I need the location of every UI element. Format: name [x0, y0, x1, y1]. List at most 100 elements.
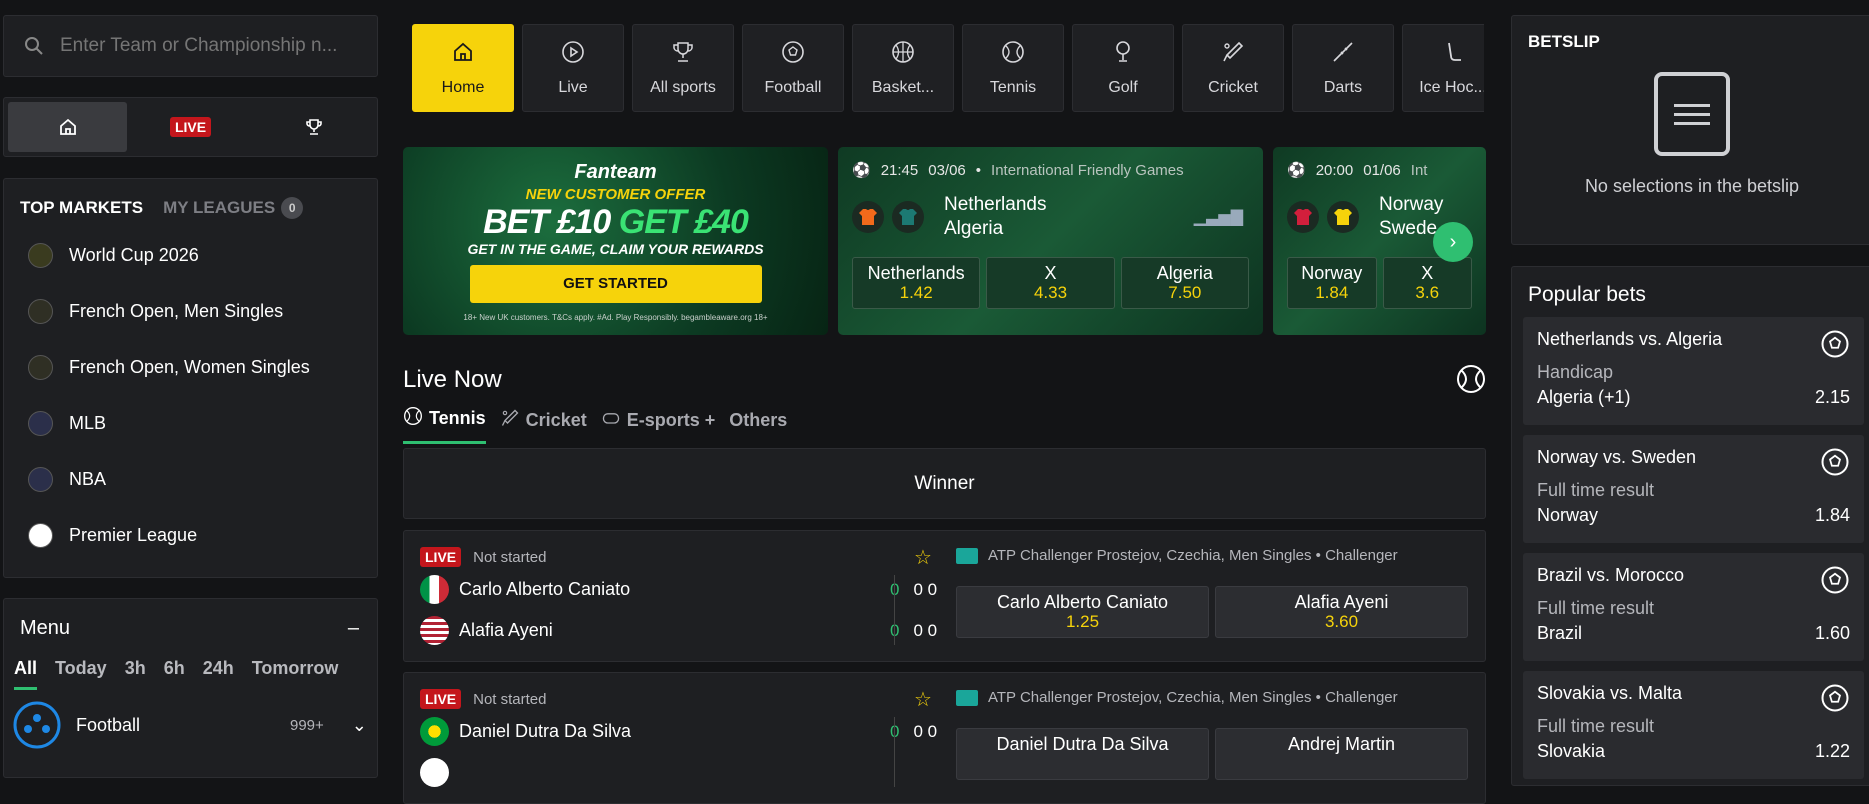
odd-button-draw[interactable]: X 4.33 [986, 257, 1115, 309]
live-tab[interactable]: Cricket [500, 406, 587, 444]
market-item[interactable]: World Cup 2026 [4, 227, 377, 283]
nav-tennis[interactable]: Tennis [962, 24, 1064, 112]
nav-home[interactable]: Home [412, 24, 514, 112]
odd-button-home[interactable]: Netherlands 1.42 [852, 257, 981, 309]
market-item-label: French Open, Men Singles [69, 300, 284, 321]
away-team: Algeria [944, 218, 1004, 239]
nav-golf[interactable]: Golf [1072, 24, 1174, 112]
globe-icon [956, 547, 978, 564]
popular-bet-card[interactable]: Slovakia vs. Malta Full time result Slovak… [1523, 671, 1864, 779]
market-item[interactable]: Premier League [4, 507, 377, 563]
home-shirt-icon [1287, 201, 1319, 233]
promo-offer: NEW CUSTOMER OFFER [525, 186, 706, 203]
popular-match: Norway vs. Sweden [1537, 447, 1697, 467]
match-time: 20:00 [1315, 161, 1354, 179]
odd-value: 1.25 [1065, 612, 1100, 631]
odd-button-home[interactable]: Norway 1.84 [1287, 257, 1377, 309]
quick-live-button[interactable]: LIVE [131, 102, 250, 152]
popular-odd[interactable]: 1.60 [1815, 623, 1850, 644]
filter-tab[interactable]: 6h [164, 658, 185, 690]
popular-bets-title: Popular bets [1528, 283, 1646, 306]
odd-button-draw[interactable]: X 3.6 [1382, 257, 1472, 309]
odd-button-away[interactable]: Algeria 7.50 [1120, 257, 1249, 309]
live-badge: LIVE [420, 547, 462, 567]
filter-tab[interactable]: Today [55, 658, 107, 690]
nav-cricket[interactable]: Cricket [1182, 24, 1284, 112]
chevron-down-icon[interactable]: ⌄ [352, 715, 367, 736]
live-tab[interactable]: E-sports + [601, 406, 715, 444]
home-icon [451, 40, 475, 69]
player-score: 00 0 [890, 722, 937, 742]
popular-odd[interactable]: 2.15 [1815, 387, 1850, 408]
sports-nav: Home Live All sports Football Basket... Tenni… [412, 24, 1484, 112]
tab-my-leagues[interactable]: MY LEAGUES 0 [163, 197, 304, 219]
market-item[interactable]: French Open, Men Singles [4, 283, 377, 339]
live-tab[interactable]: Others [729, 406, 787, 444]
nav-trophy[interactable]: All sports [632, 24, 734, 112]
filter-tab[interactable]: All [14, 658, 38, 690]
live-tab[interactable]: Tennis [403, 406, 486, 444]
football-icon: ⚽ [852, 162, 871, 179]
filter-tab[interactable]: Tomorrow [252, 658, 339, 690]
market-item[interactable]: MLB [4, 395, 377, 451]
sport-row-football[interactable]: Football 999+ ⌄ [4, 690, 377, 750]
home-team: Norway [1379, 194, 1444, 215]
tab-top-markets[interactable]: TOP MARKETS [20, 198, 143, 218]
odd-button[interactable]: Andrej Martin [1215, 728, 1468, 780]
filter-tab[interactable]: 3h [125, 658, 146, 690]
popular-bet-card[interactable]: Brazil vs. Morocco Full time result Brazil… [1523, 553, 1864, 661]
popular-bet-card[interactable]: Netherlands vs. Algeria Handicap Algeria (… [1523, 317, 1864, 425]
search-input[interactable] [60, 35, 360, 57]
market-item[interactable]: French Open, Women Singles [4, 339, 377, 395]
star-icon[interactable]: ☆ [914, 545, 932, 570]
odd-button[interactable]: Alafia Ayeni 3.60 [1215, 586, 1468, 638]
stats-icon[interactable]: ▁▃▅▇ [1194, 207, 1243, 227]
star-icon[interactable]: ☆ [914, 687, 932, 712]
promo-banner[interactable]: Fanteam NEW CUSTOMER OFFER BET £10 GET £… [403, 147, 828, 335]
search-box[interactable] [3, 15, 378, 77]
nav-label: Basket... [871, 78, 935, 96]
match-card[interactable]: ⚽ 21:45 03/06 • International Friendly G… [838, 147, 1263, 335]
popular-bet-card[interactable]: Norway vs. Sweden Full time result Norway 1… [1523, 435, 1864, 543]
darts-icon [1331, 40, 1355, 69]
player-name: Carlo Alberto Caniato [459, 579, 631, 599]
odd-value: 4.33 [1033, 283, 1068, 302]
filter-tab[interactable]: 24h [203, 658, 234, 690]
player-row: Alafia Ayeni 00 0 [420, 612, 940, 649]
nav-football[interactable]: Football [742, 24, 844, 112]
match-status: Not started [473, 690, 547, 708]
tennis-ball-icon [28, 354, 53, 380]
divider [894, 717, 895, 787]
live-match-row: LIVE Not started Carlo Alberto Caniato 00 0… [403, 530, 1486, 662]
odd-button[interactable]: Daniel Dutra Da Silva [956, 728, 1209, 780]
player-score [890, 763, 904, 783]
nav-darts[interactable]: Darts [1292, 24, 1394, 112]
score-game: 0 0 [913, 579, 938, 599]
mlb-icon [28, 410, 53, 436]
nav-play[interactable]: Live [522, 24, 624, 112]
odd-label: X [1421, 263, 1434, 283]
england-flag-icon [28, 522, 53, 548]
sport-label: Football [76, 714, 141, 735]
popular-odd[interactable]: 1.84 [1815, 505, 1850, 526]
nav-hockey[interactable]: Ice Hoc... [1402, 24, 1484, 112]
popular-odd[interactable]: 1.22 [1815, 741, 1850, 762]
football-icon [1820, 329, 1850, 364]
nav-label: Ice Hoc... [1419, 78, 1484, 96]
away-shirt-icon [892, 201, 924, 233]
quick-trophy-button[interactable] [254, 102, 373, 152]
odd-label: Alafia Ayeni [1294, 592, 1389, 612]
menu-collapse-button[interactable]: – [348, 617, 359, 640]
market-item[interactable]: NBA [4, 451, 377, 507]
match-date: 01/06 [1363, 161, 1401, 179]
popular-selection: Algeria (+1) [1537, 387, 1631, 407]
odd-button[interactable]: Carlo Alberto Caniato 1.25 [956, 586, 1209, 638]
carousel-next-button[interactable]: › [1433, 222, 1473, 262]
gamepad-icon [601, 408, 621, 433]
tennis-ball-icon[interactable] [1456, 364, 1486, 399]
quick-home-button[interactable] [8, 102, 127, 152]
nav-basketball[interactable]: Basket... [852, 24, 954, 112]
get-started-button[interactable]: GET STARTED [469, 265, 762, 303]
search-icon [25, 37, 43, 55]
brand-logo: Fanteam [574, 161, 657, 183]
